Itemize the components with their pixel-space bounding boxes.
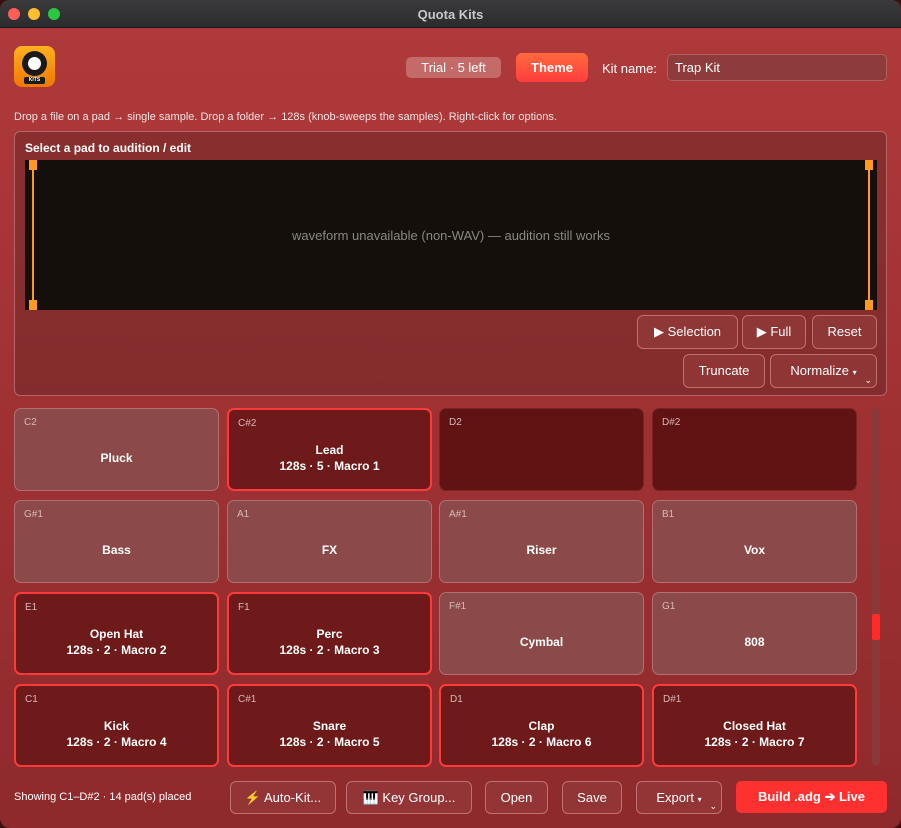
pad-note: B1 [662, 509, 675, 520]
drum-pad[interactable]: D1 Clap 128s · 2 · Macro 6 [439, 684, 644, 767]
drum-pad[interactable]: D#2 [652, 408, 857, 491]
waveform-view[interactable]: waveform unavailable (non-WAV) — auditio… [25, 160, 877, 310]
app-window: Quota Kits KITS Trial · 5 left Theme Kit… [0, 0, 901, 828]
drum-pad[interactable]: A#1 Riser [439, 500, 644, 583]
pad-sample-name: Kick [103, 719, 130, 733]
pad-note: A1 [237, 509, 250, 520]
theme-button[interactable]: Theme [516, 53, 588, 82]
pad-note: F1 [238, 602, 250, 613]
auto-kit-button[interactable]: ⚡ Auto-Kit... [230, 781, 336, 814]
play-selection-button[interactable]: ▶ Selection [637, 315, 738, 349]
pad-sample-name: Pluck [100, 451, 133, 465]
pad-note: D#2 [662, 417, 681, 428]
key-group-button[interactable]: 🎹 Key Group... [346, 781, 472, 814]
save-button[interactable]: Save [562, 781, 622, 814]
drop-hint: Drop a file on a pad → single sample. Dr… [14, 111, 557, 123]
drum-pad[interactable]: A1 FX [227, 500, 432, 583]
pad-sample-name: Closed Hat [723, 719, 786, 733]
sample-editor-panel: Select a pad to audition / edit waveform… [14, 131, 887, 396]
pad-note: C2 [24, 417, 37, 428]
drum-pad[interactable]: F1 Perc 128s · 2 · Macro 3 [227, 592, 432, 675]
pad-note: G1 [662, 601, 676, 612]
drum-pad[interactable]: G1 808 [652, 592, 857, 675]
pad-note: E1 [25, 602, 38, 613]
pad-note: G#1 [24, 509, 43, 520]
normalize-label: Normalize [790, 363, 849, 378]
drum-pad[interactable]: D#1 Closed Hat 128s · 2 · Macro 7 [652, 684, 857, 767]
pad-sample-name: Riser [526, 543, 557, 557]
drum-pad[interactable]: E1 Open Hat 128s · 2 · Macro 2 [14, 592, 219, 675]
play-full-button[interactable]: ▶ Full [742, 315, 806, 349]
pad-note: C#2 [238, 418, 257, 429]
pad-note: C1 [25, 694, 38, 705]
build-adg-button[interactable]: Build .adg ➔ Live [736, 781, 887, 813]
pad-note: A#1 [449, 509, 467, 520]
trial-badge: Trial · 5 left [406, 57, 501, 78]
pad-note: F#1 [449, 601, 467, 612]
pad-sample-name: 808 [744, 635, 765, 649]
pad-macro-info: 128s · 2 · Macro 2 [66, 643, 167, 657]
drum-pad[interactable]: C2 Pluck [14, 408, 219, 491]
pad-sample-name: Vox [743, 543, 766, 557]
waveform-message: waveform unavailable (non-WAV) — auditio… [292, 228, 610, 243]
export-label: Export [656, 790, 694, 805]
open-button[interactable]: Open [485, 781, 548, 814]
logo-text: KITS [24, 77, 45, 84]
pad-scrollbar[interactable] [872, 408, 880, 766]
pad-sample-name: Clap [528, 719, 555, 733]
pad-sample-name: Bass [102, 543, 131, 557]
end-marker-top-handle[interactable] [865, 160, 873, 170]
title-bar: Quota Kits [0, 0, 901, 28]
drum-pad[interactable]: B1 Vox [652, 500, 857, 583]
pad-note: D2 [449, 417, 462, 428]
pad-note: C#1 [238, 694, 257, 705]
logo-q-icon [22, 51, 47, 76]
drum-pad[interactable]: C#2 Lead 128s · 5 · Macro 1 [227, 408, 432, 491]
scrollbar-thumb[interactable] [872, 614, 880, 640]
pad-macro-info: 128s · 2 · Macro 7 [704, 735, 805, 749]
reset-button[interactable]: Reset [812, 315, 877, 349]
pad-note: D1 [450, 694, 463, 705]
pad-sample-name: Open Hat [89, 627, 144, 641]
drum-pad[interactable]: G#1 Bass [14, 500, 219, 583]
pad-sample-name: Snare [312, 719, 347, 733]
chevron-down-icon: ⌄ [864, 375, 872, 385]
truncate-button[interactable]: Truncate [683, 354, 765, 388]
end-marker-bottom-handle[interactable] [865, 300, 873, 310]
pad-macro-info: 128s · 2 · Macro 3 [279, 643, 380, 657]
app-logo-icon: KITS [14, 46, 55, 87]
pad-macro-info: 128s · 2 · Macro 6 [491, 735, 592, 749]
start-marker-top-handle[interactable] [29, 160, 37, 170]
pad-sample-name: Lead [315, 443, 344, 457]
status-text: Showing C1–D#2 · 14 pad(s) placed [14, 791, 192, 803]
kit-name-input[interactable]: Trap Kit [667, 54, 887, 81]
drum-pad[interactable]: C1 Kick 128s · 2 · Macro 4 [14, 684, 219, 767]
drum-pad[interactable]: F#1 Cymbal [439, 592, 644, 675]
pad-macro-info: 128s · 2 · Macro 4 [66, 735, 167, 749]
pad-sample-name: Cymbal [519, 635, 564, 649]
normalize-dropdown[interactable]: Normalize ▾ ⌄ [770, 354, 877, 388]
pad-macro-info: 128s · 5 · Macro 1 [279, 459, 380, 473]
pad-sample-name: FX [321, 543, 338, 557]
pad-sample-name: Perc [316, 627, 343, 641]
window-title: Quota Kits [417, 7, 484, 22]
pad-macro-info: 128s · 2 · Macro 5 [279, 735, 380, 749]
pad-note: D#1 [663, 694, 682, 705]
editor-title: Select a pad to audition / edit [25, 141, 192, 155]
caret-down-icon: ▾ [852, 368, 857, 377]
start-marker-bottom-handle[interactable] [29, 300, 37, 310]
chevron-down-icon: ⌄ [709, 801, 717, 811]
caret-down-icon: ▾ [697, 795, 702, 804]
kit-name-label: Kit name: [602, 61, 657, 76]
drum-pad[interactable]: C#1 Snare 128s · 2 · Macro 5 [227, 684, 432, 767]
drum-pad[interactable]: D2 [439, 408, 644, 491]
export-dropdown[interactable]: Export ▾ ⌄ [636, 781, 722, 814]
